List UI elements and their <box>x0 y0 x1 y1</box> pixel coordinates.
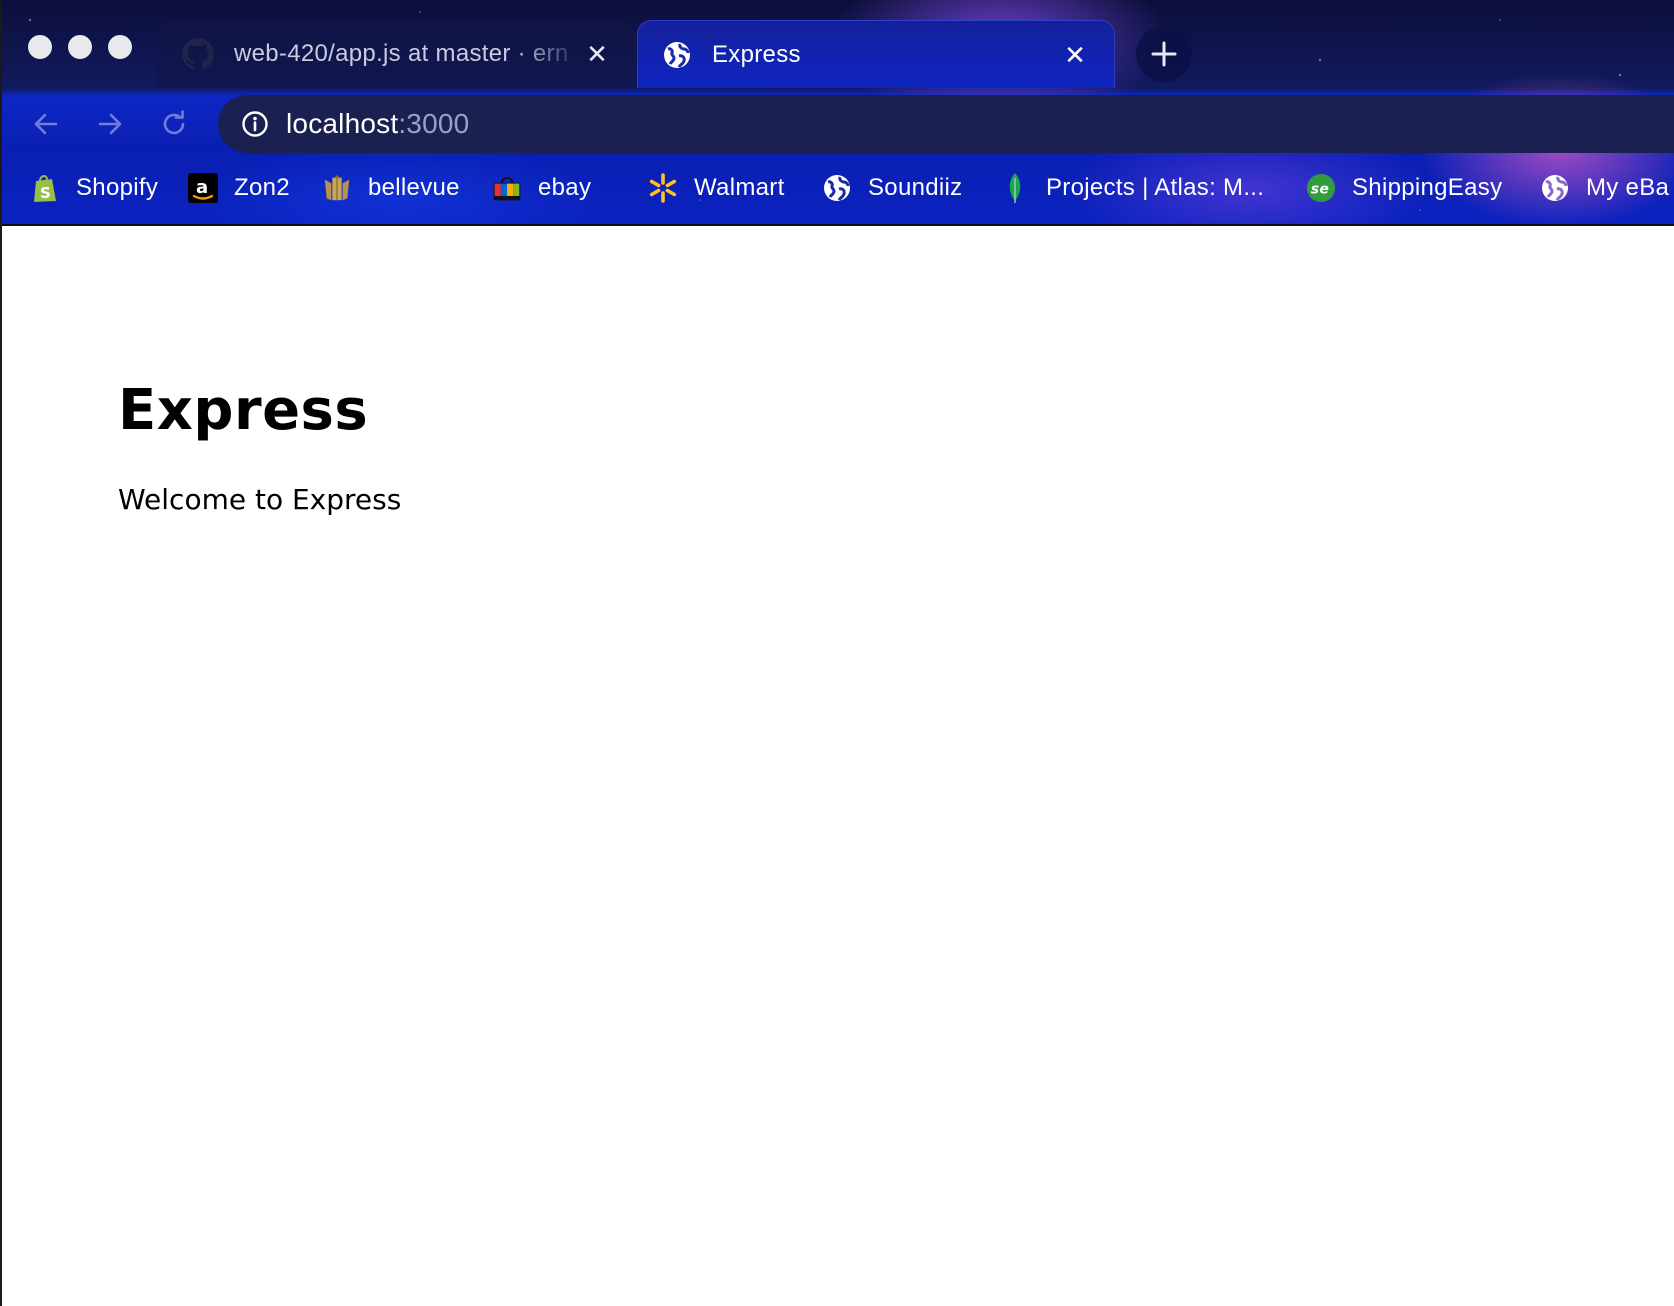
bookmark-label: Zon2 <box>234 174 290 201</box>
reload-button[interactable] <box>154 104 194 144</box>
globe-icon <box>662 40 692 70</box>
bookmark-my-ebay[interactable]: My eBa <box>1540 160 1669 216</box>
close-icon[interactable]: ✕ <box>582 39 612 69</box>
bookmarks-bar: S Shopify a Zon2 bellevue ebay Walmart S… <box>0 160 1674 216</box>
github-icon <box>182 38 214 70</box>
bookmark-label: Soundiiz <box>868 174 963 201</box>
minimize-window-button[interactable] <box>68 35 92 59</box>
tab-title: Express <box>712 40 801 68</box>
globe-icon <box>822 173 852 203</box>
url-host: localhost <box>286 108 399 139</box>
page-content: Express Welcome to Express <box>2 228 1674 1306</box>
bookmark-label: My eBa <box>1586 174 1670 201</box>
browser-window: web-420/app.js at master · ern ✕ Express… <box>0 0 1674 1306</box>
address-bar[interactable]: localhost:3000 <box>218 95 1674 153</box>
tab-github-app-js[interactable]: web-420/app.js at master · ern ✕ <box>158 20 636 88</box>
bookmark-zon2[interactable]: a Zon2 <box>188 160 290 216</box>
bookmark-bellevue[interactable]: bellevue <box>322 160 460 216</box>
forward-button[interactable] <box>90 104 130 144</box>
zoom-window-button[interactable] <box>108 35 132 59</box>
bookmark-label: bellevue <box>368 174 460 201</box>
window-border <box>0 0 2 1306</box>
page-heading: Express <box>118 378 369 443</box>
url-port: :3000 <box>398 108 470 139</box>
reload-icon <box>159 109 189 139</box>
arrow-right-icon <box>96 110 124 138</box>
window-controls <box>28 35 132 59</box>
bookmark-label: ebay <box>538 174 592 201</box>
bookmark-label: Walmart <box>694 174 785 201</box>
bookmark-shopify[interactable]: S Shopify <box>30 160 158 216</box>
url-text: localhost:3000 <box>286 108 469 140</box>
bookmark-walmart[interactable]: Walmart <box>648 160 785 216</box>
bookmark-soundiiz[interactable]: Soundiiz <box>822 160 962 216</box>
shippingeasy-icon: se <box>1306 173 1336 203</box>
close-window-button[interactable] <box>28 35 52 59</box>
bookmark-mongodb-atlas[interactable]: Projects | Atlas: M... <box>1000 160 1264 216</box>
bookmark-label: Shopify <box>76 174 159 201</box>
new-tab-button[interactable] <box>1136 26 1192 82</box>
walmart-spark-icon <box>648 173 678 203</box>
browser-chrome: web-420/app.js at master · ern ✕ Express… <box>0 0 1674 226</box>
plus-icon <box>1151 41 1177 67</box>
svg-text:se: se <box>1311 182 1329 198</box>
amazon-icon: a <box>188 173 218 203</box>
info-icon[interactable] <box>240 109 270 139</box>
shopify-icon: S <box>30 173 60 203</box>
bellevue-icon <box>322 173 352 203</box>
welcome-text: Welcome to Express <box>118 483 402 516</box>
arrow-left-icon <box>32 110 60 138</box>
bookmark-ebay[interactable]: ebay <box>492 160 591 216</box>
bookmark-label: ShippingEasy <box>1352 174 1503 201</box>
svg-text:S: S <box>40 184 51 202</box>
mongodb-leaf-icon <box>1000 173 1030 203</box>
back-button[interactable] <box>26 104 66 144</box>
tab-title: web-420/app.js at master · ern <box>234 40 569 67</box>
globe-icon <box>1540 173 1570 203</box>
bookmark-shippingeasy[interactable]: se ShippingEasy <box>1306 160 1502 216</box>
shopping-bag-icon <box>492 173 522 203</box>
bookmark-label: Projects | Atlas: M... <box>1046 174 1265 201</box>
svg-text:a: a <box>196 177 208 198</box>
tab-express[interactable]: Express ✕ <box>637 20 1115 88</box>
close-icon[interactable]: ✕ <box>1060 40 1090 70</box>
